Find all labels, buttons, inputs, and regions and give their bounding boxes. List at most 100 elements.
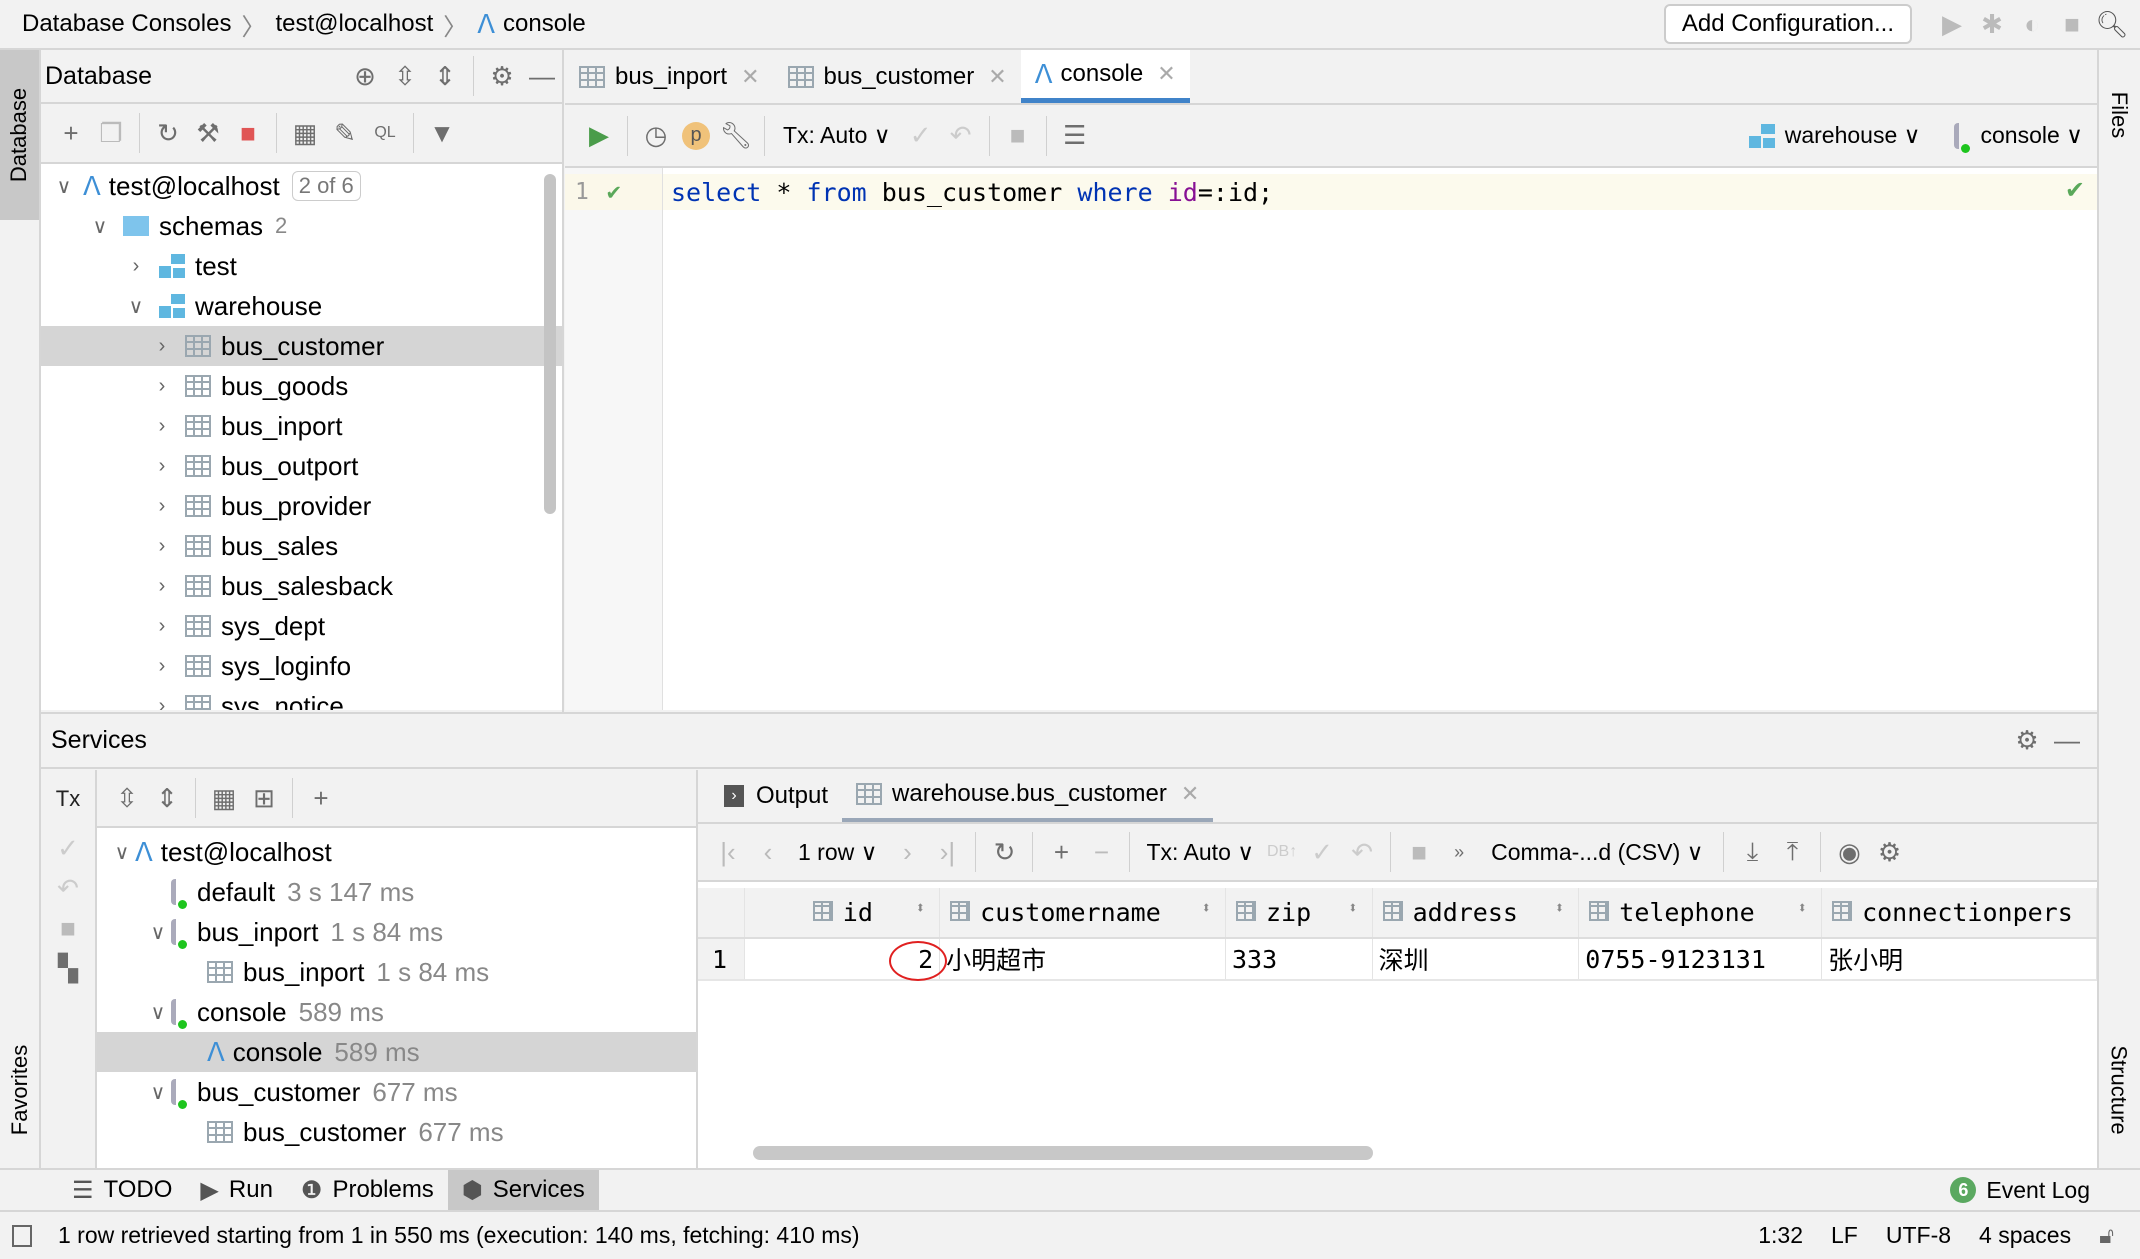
tree-node-table[interactable]: › bus_inport [41, 406, 562, 446]
execute-icon[interactable]: ▶ [579, 116, 619, 156]
service-node[interactable]: bus_inport 1 s 84 ms [97, 952, 696, 992]
tree-node-schema[interactable]: › test [41, 246, 562, 286]
first-page-icon[interactable]: |‹ [708, 832, 748, 872]
indent-setting[interactable]: 4 spaces [1979, 1222, 2071, 1249]
service-node[interactable]: ∨ bus_inport 1 s 84 ms [97, 912, 696, 952]
group-by-icon[interactable]: ▦ [204, 778, 244, 818]
tree-node-table[interactable]: › sys_loginfo [41, 646, 562, 686]
files-tool-button[interactable]: Files [2099, 50, 2140, 180]
stop-icon[interactable]: ■ [228, 113, 268, 153]
close-icon[interactable]: ✕ [1181, 781, 1199, 807]
rollback-icon[interactable]: ↶ [48, 868, 88, 908]
table-cell[interactable]: 2 [744, 938, 948, 981]
tree-node-table[interactable]: › bus_customer [41, 326, 562, 366]
sort-icon[interactable]: ⬍ [1348, 898, 1358, 917]
breadcrumb-item[interactable]: Database Consoles [22, 10, 231, 38]
column-header[interactable]: id ⬍ [744, 888, 941, 938]
close-icon[interactable]: ✕ [988, 64, 1006, 90]
tab-problems[interactable]: ❶ Problems [287, 1170, 448, 1210]
service-node[interactable]: bus_customer 677 ms [97, 1112, 696, 1152]
tree-node-table[interactable]: › bus_salesback [41, 566, 562, 606]
page-size-dropdown[interactable]: 1 row ∨ [798, 839, 877, 866]
add-row-icon[interactable]: + [1041, 832, 1081, 872]
chevron-right-icon[interactable]: › [149, 335, 175, 358]
chevron-right-icon[interactable]: › [149, 375, 175, 398]
tab-console[interactable]: ᐱ console ✕ [1020, 50, 1190, 103]
column-header[interactable]: connectionpers [1821, 888, 2097, 938]
search-icon[interactable]: 🔍︎ [2092, 4, 2132, 44]
stop-icon[interactable]: ■ [1399, 832, 1439, 872]
sort-icon[interactable]: ⬍ [1201, 898, 1211, 917]
chevron-down-icon[interactable]: ∨ [145, 920, 171, 945]
tree-node-table[interactable]: › sys_dept [41, 606, 562, 646]
database-tool-button[interactable]: Database [0, 50, 39, 220]
chevron-down-icon[interactable]: ∨ [145, 1080, 171, 1105]
schema-dropdown[interactable]: warehouse ∨ [1785, 122, 1921, 149]
schema-tools-icon[interactable]: ⚒ [188, 113, 228, 153]
gear-icon[interactable]: ⚙ [482, 56, 522, 96]
history-icon[interactable]: ◷ [636, 116, 676, 156]
output-layout-icon[interactable]: ☰ [1055, 116, 1095, 156]
chevron-right-icon[interactable]: › [123, 255, 149, 278]
expand-all-icon[interactable]: ⇳ [107, 778, 147, 818]
favorites-tool-button[interactable]: Favorites [0, 1010, 40, 1170]
rollback-icon[interactable]: ↶ [1342, 832, 1382, 872]
chevron-right-icon[interactable]: › [149, 495, 175, 518]
horizontal-scrollbar[interactable] [753, 1146, 1373, 1160]
column-header[interactable]: customername ⬍ [939, 888, 1226, 938]
chevron-right-icon[interactable]: › [149, 575, 175, 598]
coverage-icon[interactable]: ◐ [2012, 4, 2052, 44]
sort-icon[interactable]: ⬍ [1797, 898, 1807, 917]
chevron-down-icon[interactable]: ∨ [109, 840, 135, 865]
scrollbar[interactable] [544, 174, 556, 514]
chevron-down-icon[interactable]: ∨ [123, 294, 149, 319]
breadcrumb-item[interactable]: test@localhost [275, 10, 433, 38]
close-icon[interactable]: ✕ [1157, 61, 1175, 87]
chevron-down-icon[interactable]: ∨ [145, 1000, 171, 1025]
wrench-icon[interactable]: 🔧︎ [716, 116, 756, 156]
sort-icon[interactable]: ⬍ [1555, 898, 1565, 917]
sort-icon[interactable]: ⬍ [916, 898, 926, 917]
refresh-icon[interactable]: ↻ [984, 832, 1024, 872]
code-editor[interactable]: select * from bus_customer where id =:id;… [663, 168, 2097, 710]
commit-icon[interactable]: ✓ [1302, 832, 1342, 872]
stop-icon[interactable]: ■ [2052, 4, 2092, 44]
tab-output[interactable]: › Output [710, 770, 842, 822]
tree-node-table[interactable]: › bus_sales [41, 526, 562, 566]
service-node[interactable]: ∨ console 589 ms [97, 992, 696, 1032]
service-node[interactable]: default 3 s 147 ms [97, 872, 696, 912]
tx-mode-dropdown[interactable]: Tx: Auto ∨ [783, 122, 891, 149]
collapse-all-icon[interactable]: ⇕ [147, 778, 187, 818]
caret-position[interactable]: 1:32 [1758, 1222, 1803, 1249]
line-separator[interactable]: LF [1831, 1222, 1858, 1249]
chevron-right-icon[interactable]: › [149, 615, 175, 638]
chevron-right-icon[interactable]: › [149, 535, 175, 558]
table-view-icon[interactable]: ▦ [285, 113, 325, 153]
stop-icon[interactable]: ■ [48, 908, 88, 948]
parameters-icon[interactable]: p [676, 116, 716, 156]
tab-todo[interactable]: ☰ TODO [58, 1170, 186, 1210]
new-service-icon[interactable]: ⊞ [244, 778, 284, 818]
tree-node-table[interactable]: › bus_outport [41, 446, 562, 486]
chevron-down-icon[interactable]: ∨ [51, 174, 77, 199]
session-dropdown[interactable]: console ∨ [1980, 122, 2083, 149]
toggle-tool-windows-icon[interactable] [12, 1224, 32, 1247]
add-icon[interactable]: + [51, 113, 91, 153]
table-cell[interactable]: 小明超市 [939, 938, 1226, 980]
debug-icon[interactable]: ✱ [1972, 4, 2012, 44]
column-header[interactable]: address ⬍ [1372, 888, 1580, 938]
export-format-dropdown[interactable]: Comma-...d (CSV) ∨ [1491, 839, 1703, 866]
breadcrumb-item[interactable]: console [503, 10, 586, 38]
commit-icon[interactable]: ✓ [901, 116, 941, 156]
tree-node-table[interactable]: › sys_notice [41, 686, 562, 710]
table-row[interactable]: 1 2 小明超市 333 深圳 0755-9123131 张小明 [698, 938, 2097, 981]
query-console-icon[interactable]: QL [365, 113, 405, 153]
service-node[interactable]: ᐱ console 589 ms [97, 1032, 696, 1072]
collapse-all-icon[interactable]: ⇕ [425, 56, 465, 96]
tree-node-schema[interactable]: ∨ warehouse [41, 286, 562, 326]
prev-page-icon[interactable]: ‹ [748, 832, 788, 872]
chevron-right-icon[interactable]: › [149, 695, 175, 711]
chevron-right-icon[interactable]: › [149, 415, 175, 438]
layout-icon[interactable]: ▚ [48, 948, 88, 988]
table-cell[interactable]: 张小明 [1821, 938, 2097, 980]
